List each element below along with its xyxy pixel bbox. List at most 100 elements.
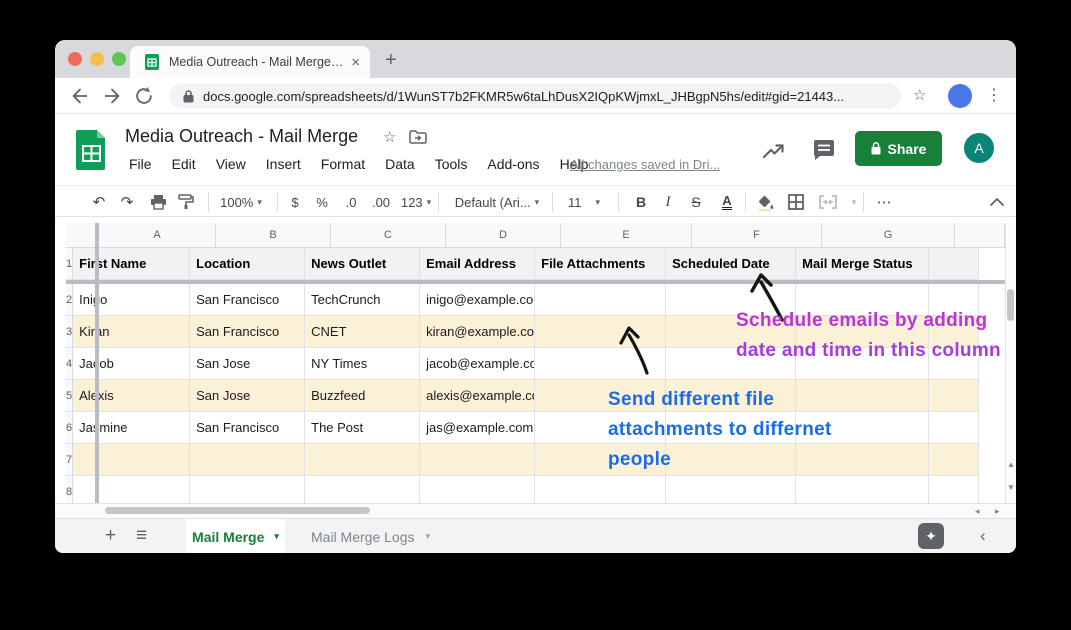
move-to-folder-icon[interactable]	[409, 130, 427, 144]
cell[interactable]	[929, 444, 979, 476]
row-number[interactable]: 2	[66, 284, 73, 316]
refresh-button[interactable]	[133, 85, 155, 107]
cell[interactable]: Alexis	[73, 380, 190, 412]
row-number[interactable]: 3	[66, 316, 73, 348]
explore-button[interactable]: ✦	[918, 523, 944, 549]
cell[interactable]: San Francisco	[190, 316, 305, 348]
cell[interactable]: San Jose	[190, 380, 305, 412]
cell[interactable]: CNET	[305, 316, 420, 348]
url-bar[interactable]: docs.google.com/spreadsheets/d/1WunST7b2…	[169, 83, 901, 109]
browser-profile-avatar[interactable]	[948, 84, 972, 108]
frozen-column-divider[interactable]	[95, 223, 99, 503]
scroll-down-icon[interactable]: ▼	[1006, 483, 1016, 492]
more-toolbar-icon[interactable]: ⋯	[871, 186, 897, 218]
cell[interactable]	[535, 476, 666, 503]
cell[interactable]	[305, 476, 420, 503]
show-side-panel-icon[interactable]: ‹	[980, 526, 986, 546]
undo-icon[interactable]: ↶	[87, 186, 111, 218]
redo-icon[interactable]: ↷	[115, 186, 139, 218]
forward-button[interactable]	[101, 85, 123, 107]
vertical-scrollbar[interactable]	[1005, 223, 1016, 518]
vertical-scrollbar-thumb[interactable]	[1007, 289, 1014, 321]
cell[interactable]: File Attachments	[535, 248, 666, 280]
cell[interactable]: San Francisco	[190, 412, 305, 444]
scroll-right-icon[interactable]: ▸	[995, 506, 1000, 517]
share-button[interactable]: Share	[855, 131, 942, 166]
scroll-left-icon[interactable]: ◂	[975, 506, 980, 517]
merge-cells-caret-icon[interactable]: ▾	[847, 186, 861, 218]
more-formats-button[interactable]: 123▾	[398, 186, 434, 218]
new-tab-button[interactable]: +	[385, 50, 397, 70]
cell[interactable]: NY Times	[305, 348, 420, 380]
cell[interactable]: TechCrunch	[305, 284, 420, 316]
column-header-e[interactable]: E	[561, 223, 692, 248]
cell[interactable]	[420, 476, 535, 503]
cell[interactable]	[929, 248, 979, 280]
account-avatar[interactable]: A	[964, 133, 994, 163]
cell[interactable]	[73, 476, 190, 503]
cell[interactable]: Email Address	[420, 248, 535, 280]
italic-button[interactable]: I	[656, 186, 680, 218]
star-document-icon[interactable]: ☆	[383, 128, 396, 146]
cell[interactable]: San Francisco	[190, 284, 305, 316]
cell[interactable]	[420, 444, 535, 476]
macos-close-button[interactable]	[68, 52, 82, 66]
cell[interactable]: News Outlet	[305, 248, 420, 280]
cell[interactable]: San Jose	[190, 348, 305, 380]
column-header-h[interactable]	[955, 223, 1005, 248]
scroll-up-icon[interactable]: ▲	[1006, 460, 1016, 469]
strikethrough-button[interactable]: S	[684, 186, 708, 218]
cell[interactable]: Jacob	[73, 348, 190, 380]
menu-format[interactable]: Format	[321, 156, 365, 172]
macos-minimize-button[interactable]	[90, 52, 104, 66]
column-header-g[interactable]: G	[822, 223, 955, 248]
frozen-row-divider[interactable]	[66, 280, 1005, 284]
cell[interactable]: alexis@example.com	[420, 380, 535, 412]
cell[interactable]	[73, 444, 190, 476]
browser-tab[interactable]: Media Outreach - Mail Merge - G ×	[130, 46, 370, 78]
column-header-f[interactable]: F	[692, 223, 822, 248]
bookmark-star-icon[interactable]: ☆	[913, 86, 926, 104]
sheets-logo-icon[interactable]	[76, 130, 107, 170]
row-number[interactable]: 7	[66, 444, 73, 476]
menu-edit[interactable]: Edit	[172, 156, 196, 172]
menu-data[interactable]: Data	[385, 156, 415, 172]
zoom-select[interactable]: 100%▾	[215, 186, 267, 218]
column-header-d[interactable]: D	[446, 223, 561, 248]
back-button[interactable]	[69, 85, 91, 107]
bold-button[interactable]: B	[629, 186, 653, 218]
cell[interactable]	[796, 476, 929, 503]
cell[interactable]: jas@example.com	[420, 412, 535, 444]
cell[interactable]: Mail Merge Status	[796, 248, 929, 280]
column-header-a[interactable]: A	[99, 223, 216, 248]
menu-tools[interactable]: Tools	[435, 156, 468, 172]
merge-cells-icon[interactable]	[815, 186, 841, 218]
row-number[interactable]: 1	[66, 248, 73, 280]
borders-icon[interactable]	[784, 186, 808, 218]
collapse-toolbar-icon[interactable]	[985, 186, 1009, 218]
cell[interactable]: Buzzfeed	[305, 380, 420, 412]
cell[interactable]	[929, 476, 979, 503]
insights-icon[interactable]	[761, 140, 787, 162]
document-title[interactable]: Media Outreach - Mail Merge	[125, 126, 358, 147]
cell[interactable]: jacob@example.com	[420, 348, 535, 380]
row-number[interactable]: 6	[66, 412, 73, 444]
add-sheet-icon[interactable]: +	[105, 525, 116, 547]
browser-menu-icon[interactable]: ⋮	[986, 85, 1002, 105]
cell[interactable]	[929, 412, 979, 444]
comment-icon[interactable]	[812, 139, 836, 163]
increase-decimal-button[interactable]: .00	[367, 186, 395, 218]
decrease-decimal-button[interactable]: .0	[338, 186, 364, 218]
format-currency-button[interactable]: $	[283, 186, 307, 218]
cell[interactable]: The Post	[305, 412, 420, 444]
cell[interactable]	[190, 476, 305, 503]
column-header-c[interactable]: C	[331, 223, 446, 248]
row-number[interactable]: 5	[66, 380, 73, 412]
paint-format-icon[interactable]	[174, 186, 198, 218]
cell[interactable]	[666, 476, 796, 503]
cell[interactable]: Location	[190, 248, 305, 280]
text-color-button[interactable]: A	[715, 186, 739, 218]
cell[interactable]: First Name	[73, 248, 190, 280]
tab-close-icon[interactable]: ×	[351, 54, 360, 71]
save-status[interactable]: All changes saved in Dri...	[570, 157, 720, 172]
